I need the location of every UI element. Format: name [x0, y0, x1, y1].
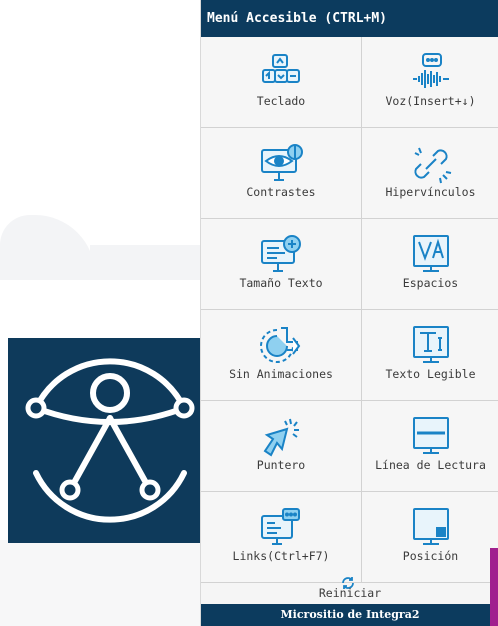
menu-item-label: Voz(Insert+↓) [385, 94, 476, 108]
readable-text-icon [407, 322, 455, 370]
background-shape [0, 540, 200, 626]
menu-item-links[interactable]: Links(Ctrl+F7) [201, 492, 362, 583]
menu-item-position[interactable]: Posición [362, 492, 498, 583]
accessible-menu: Menú Accesible (CTRL+M) Teclado Voz(Inse… [200, 0, 498, 626]
background-shape [0, 215, 95, 280]
menu-item-label: Contrastes [246, 185, 316, 199]
contrast-icon [257, 140, 305, 188]
menu-item-label: Línea de Lectura [375, 458, 486, 472]
voice-icon [407, 49, 455, 97]
keyboard-icon [257, 49, 305, 97]
reset-button[interactable]: Reiniciar [201, 577, 498, 604]
menu-item-reading-line[interactable]: Línea de Lectura [362, 401, 498, 492]
menu-item-label: Sin Animaciones [229, 367, 333, 381]
links-icon [257, 504, 305, 552]
spacing-icon [407, 231, 455, 279]
text-size-icon [257, 231, 305, 279]
menu-item-label: Tamaño Texto [239, 276, 323, 290]
menu-item-label: Teclado [256, 94, 306, 108]
menu-item-label: Texto Legible [385, 367, 476, 381]
menu-item-label: Espacios [402, 276, 459, 290]
accessibility-person-icon [25, 358, 195, 523]
accessibility-logo[interactable] [8, 338, 213, 543]
accent-bar [490, 548, 498, 626]
reading-line-icon [407, 413, 455, 461]
menu-item-no-animations[interactable]: Sin Animaciones [201, 310, 362, 401]
no-animation-icon [257, 322, 305, 370]
menu-item-label: Links(Ctrl+F7) [232, 549, 330, 563]
menu-item-contrast[interactable]: Contrastes [201, 128, 362, 219]
menu-item-text-size[interactable]: Tamaño Texto [201, 219, 362, 310]
menu-item-label: Posición [402, 549, 459, 563]
menu-item-hyperlinks[interactable]: Hipervínculos [362, 128, 498, 219]
background-shape [90, 245, 200, 280]
menu-title: Menú Accesible (CTRL+M) [201, 0, 498, 37]
position-icon [407, 504, 455, 552]
menu-item-keyboard[interactable]: Teclado [201, 37, 362, 128]
menu-grid: Teclado Voz(Insert+↓) Contrastes Hiperví… [201, 37, 498, 583]
menu-item-label: Puntero [256, 458, 306, 472]
menu-item-voice[interactable]: Voz(Insert+↓) [362, 37, 498, 128]
reset-label: Reiniciar [318, 586, 382, 600]
hyperlink-icon [407, 140, 455, 188]
footer-label: Micrositio de Integra2 [201, 604, 498, 626]
menu-item-readable-text[interactable]: Texto Legible [362, 310, 498, 401]
menu-item-label: Hipervínculos [385, 185, 476, 199]
pointer-icon [257, 413, 305, 461]
menu-item-pointer[interactable]: Puntero [201, 401, 362, 492]
menu-item-spacing[interactable]: Espacios [362, 219, 498, 310]
